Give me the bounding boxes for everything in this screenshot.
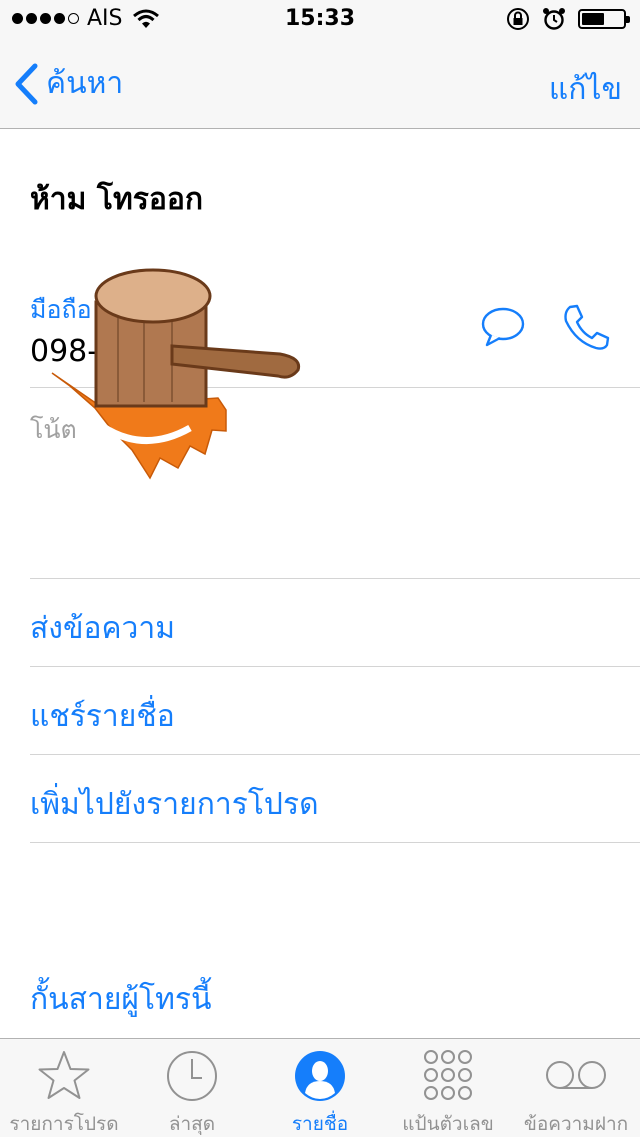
chevron-left-icon xyxy=(15,63,38,104)
separator xyxy=(30,842,640,843)
tab-label: แป้นตัวเลข xyxy=(402,1113,494,1135)
tab-keypad[interactable]: แป้นตัวเลข xyxy=(384,1039,512,1137)
tab-contacts[interactable]: รายชื่อ xyxy=(256,1039,384,1137)
share-contact-button[interactable]: แชร์รายชื่อ xyxy=(30,693,175,740)
rotation-lock-icon xyxy=(507,8,529,30)
navigation-bar: ค้นหา แก้ไข xyxy=(0,40,640,129)
clock-icon xyxy=(167,1051,217,1101)
separator xyxy=(30,578,640,579)
tab-recents[interactable]: ล่าสุด xyxy=(128,1039,256,1137)
phone-call-icon[interactable] xyxy=(560,302,612,354)
contacts-icon xyxy=(295,1051,345,1101)
send-message-button[interactable]: ส่งข้อความ xyxy=(30,605,175,652)
edit-button[interactable]: แก้ไข xyxy=(549,66,622,113)
separator xyxy=(30,754,640,755)
tab-label: รายการโปรด xyxy=(9,1113,119,1135)
tab-favorites[interactable]: รายการโปรด xyxy=(0,1039,128,1137)
tab-label: ข้อความฝาก xyxy=(523,1113,629,1135)
status-right xyxy=(506,7,630,31)
star-icon xyxy=(38,1051,90,1099)
back-button-label: ค้นหา xyxy=(46,66,124,101)
block-caller-button[interactable]: กั้นสายผู้โทรนี้ xyxy=(30,976,212,1023)
add-to-favorites-button[interactable]: เพิ่มไปยังรายการโปรด xyxy=(30,781,319,828)
alarm-icon xyxy=(543,8,565,30)
status-bar: AIS 15:33 xyxy=(0,0,640,40)
tab-label: รายชื่อ xyxy=(291,1113,349,1135)
voicemail-icon xyxy=(546,1061,606,1089)
hammer-sticker xyxy=(51,268,301,480)
separator xyxy=(30,666,640,667)
tab-bar: รายการโปรด ล่าสุด รายชื่อ แป้นตัวเลข ข้อ… xyxy=(0,1038,640,1137)
battery-icon xyxy=(578,9,630,29)
message-icon[interactable] xyxy=(480,306,526,348)
contact-name: ห้าม โทรออก xyxy=(30,182,204,217)
keypad-icon xyxy=(424,1050,472,1100)
back-button[interactable]: ค้นหา xyxy=(14,60,123,107)
tab-voicemail[interactable]: ข้อความฝาก xyxy=(512,1039,640,1137)
tab-label: ล่าสุด xyxy=(168,1113,216,1135)
